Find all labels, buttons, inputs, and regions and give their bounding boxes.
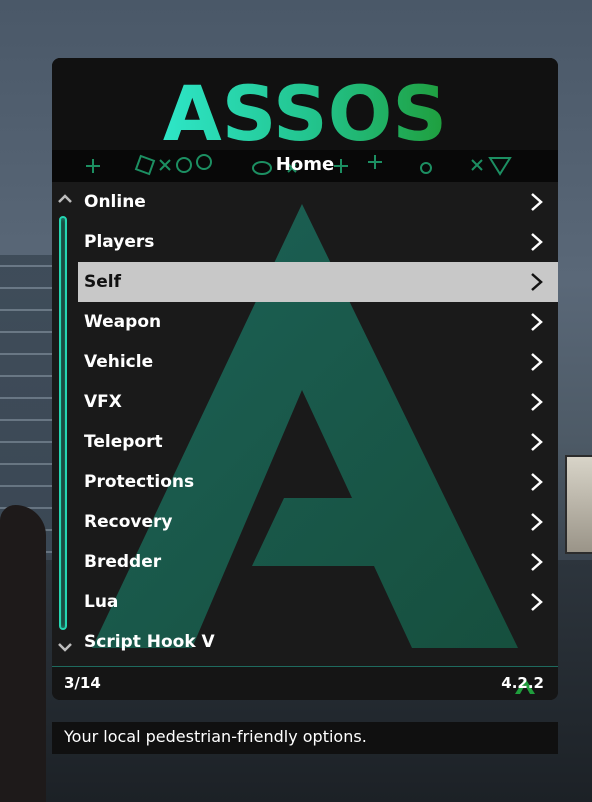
version-label: 4.2.2 — [501, 674, 544, 692]
menu-item-label: Lua — [84, 592, 119, 612]
menu-item-label: Players — [84, 232, 155, 252]
menu-item-lua[interactable]: Lua — [78, 582, 558, 622]
assos-logo: ASSOS — [163, 69, 447, 148]
menu-item-teleport[interactable]: Teleport — [78, 422, 558, 462]
chevron-right-icon — [531, 433, 543, 451]
chevron-right-icon — [531, 353, 543, 371]
chevron-right-icon — [531, 193, 543, 211]
logo-text: ASSOS — [163, 69, 447, 148]
menu-item-bredder[interactable]: Bredder — [78, 542, 558, 582]
menu-scrollbar[interactable] — [52, 182, 78, 666]
menu-footer: 3/14 4.2.2 — [52, 666, 558, 700]
menu-item-label: Script Hook V — [84, 632, 215, 652]
menu-item-label: Weapon — [84, 312, 162, 332]
menu-item-recovery[interactable]: Recovery — [78, 502, 558, 542]
menu-item-label: Online — [84, 192, 146, 212]
menu-item-script-hook-v[interactable]: Script Hook V — [78, 622, 558, 662]
menu-item-label: Protections — [84, 472, 195, 492]
menu-item-vfx[interactable]: VFX — [78, 382, 558, 422]
background-billboard — [565, 455, 592, 554]
scroll-track[interactable] — [59, 216, 67, 630]
chevron-right-icon — [531, 553, 543, 571]
menu-header: ASSOS — [52, 58, 558, 150]
menu-item-self[interactable]: Self — [78, 262, 558, 302]
menu-item-weapon[interactable]: Weapon — [78, 302, 558, 342]
menu-item-label: Recovery — [84, 512, 173, 532]
menu-item-protections[interactable]: Protections — [78, 462, 558, 502]
menu-item-label: Bredder — [84, 552, 162, 572]
menu-item-label: Teleport — [84, 432, 163, 452]
chevron-right-icon — [531, 473, 543, 491]
chevron-right-icon — [531, 593, 543, 611]
mod-menu: ASSOS Home Online Players Self Weapon Ve… — [52, 58, 558, 700]
menu-body: Online Players Self Weapon Vehicle VFX T… — [52, 182, 558, 666]
item-position-counter: 3/14 — [64, 674, 101, 692]
menu-item-vehicle[interactable]: Vehicle — [78, 342, 558, 382]
menu-item-online[interactable]: Online — [78, 182, 558, 222]
item-description: Your local pedestrian-friendly options. — [64, 727, 367, 746]
menu-items: Online Players Self Weapon Vehicle VFX T… — [78, 182, 558, 662]
chevron-right-icon — [531, 513, 543, 531]
chevron-right-icon — [531, 393, 543, 411]
menu-item-players[interactable]: Players — [78, 222, 558, 262]
chevron-right-icon — [531, 233, 543, 251]
description-bar: Your local pedestrian-friendly options. — [52, 722, 558, 754]
menu-item-label: Self — [84, 272, 121, 292]
background-character — [0, 505, 46, 802]
menu-item-label: VFX — [84, 392, 122, 412]
menu-subtitle: Home — [275, 154, 335, 175]
chevron-down-icon[interactable] — [56, 638, 74, 656]
chevron-up-icon[interactable] — [56, 190, 74, 208]
menu-subtitle-bar: Home — [52, 150, 558, 182]
chevron-right-icon — [531, 313, 543, 331]
menu-item-label: Vehicle — [84, 352, 154, 372]
chevron-right-icon — [531, 273, 543, 291]
